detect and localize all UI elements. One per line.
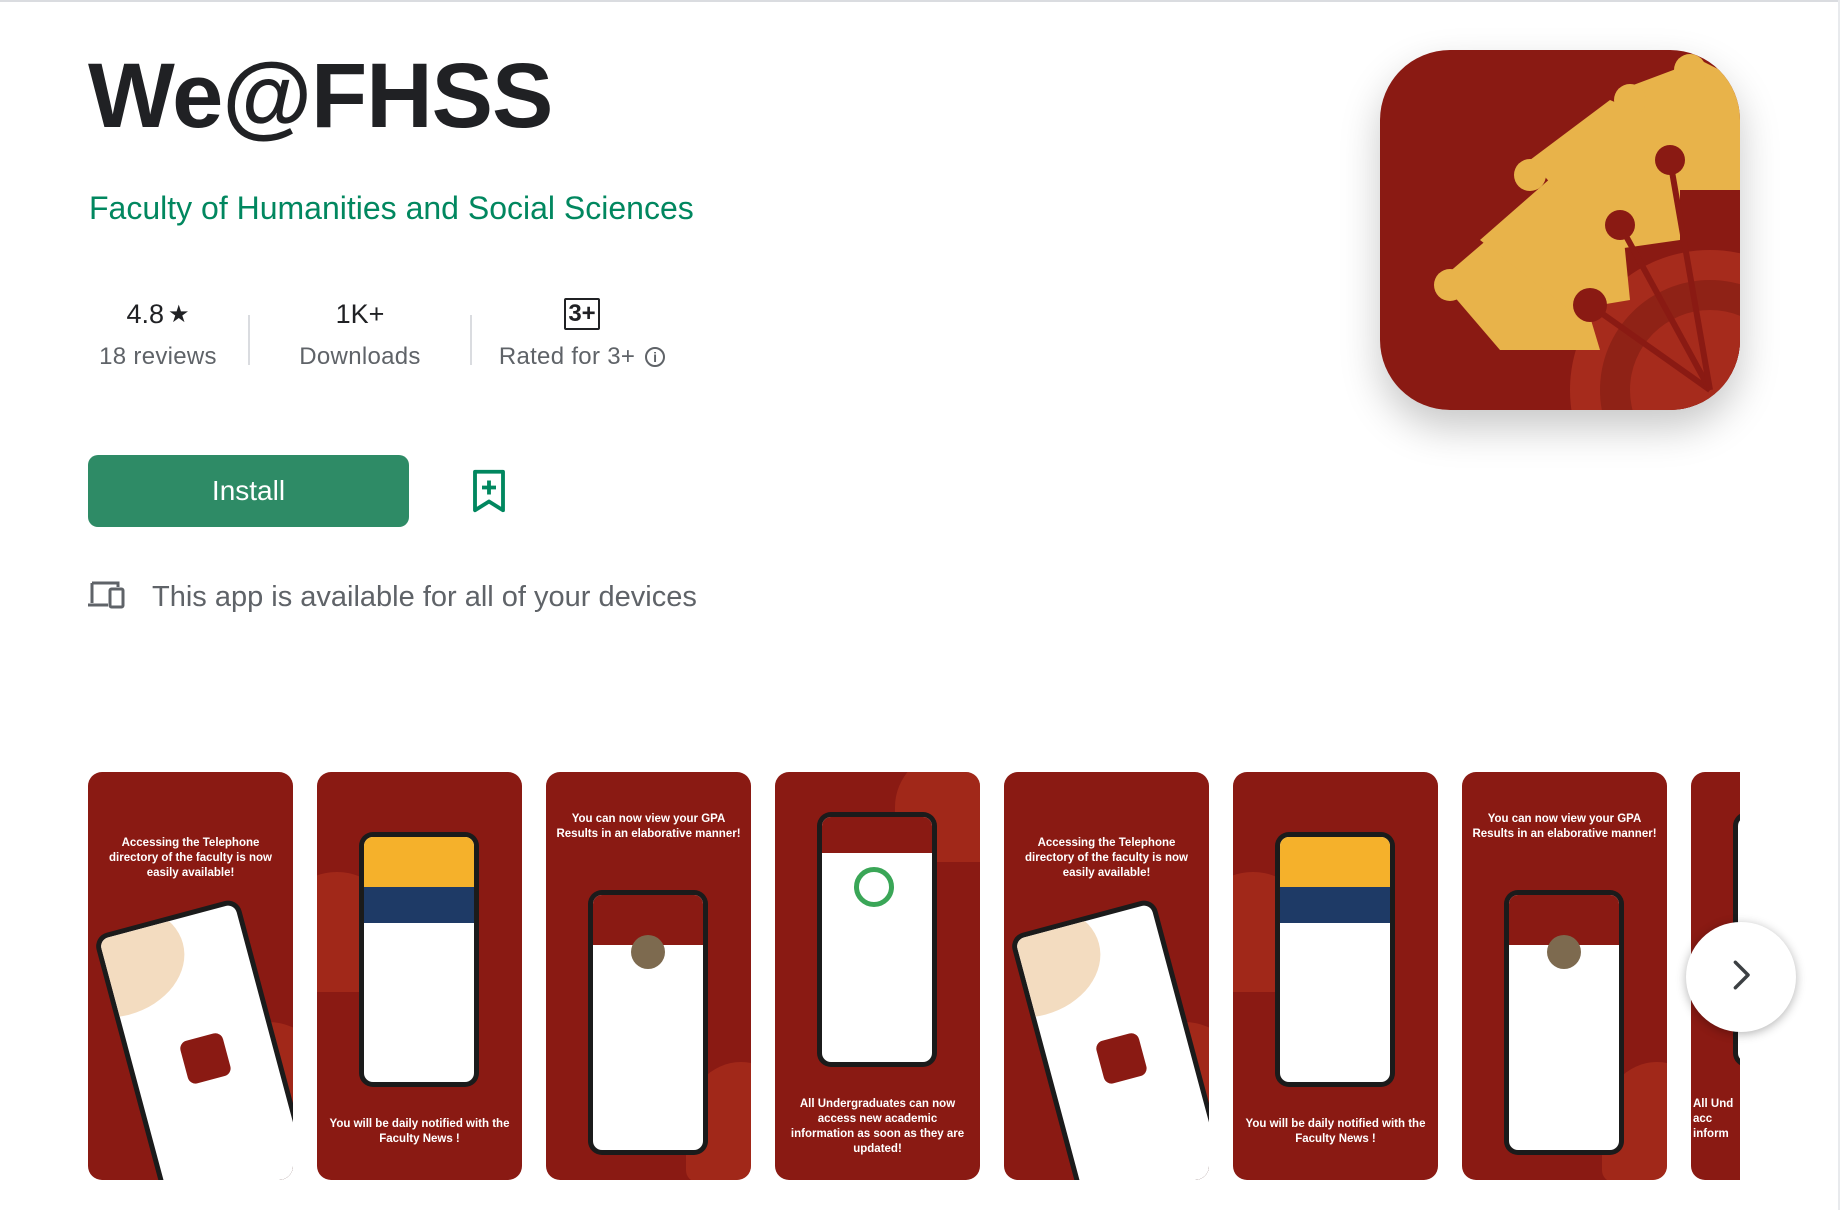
- app-stats: 4.8 ★ 18 reviews 1K+ Downloads 3+ Rated …: [88, 295, 692, 385]
- install-button[interactable]: Install: [88, 455, 409, 527]
- developer-link[interactable]: Faculty of Humanities and Social Science…: [89, 190, 694, 227]
- screenshot-4[interactable]: All Undergraduates can now access new ac…: [775, 772, 980, 1180]
- screenshot-7[interactable]: You can now view your GPA Results in an …: [1462, 772, 1667, 1180]
- downloads-label: Downloads: [299, 343, 421, 370]
- phone-mockup: [1504, 890, 1624, 1155]
- phone-mockup: [588, 890, 708, 1155]
- devices-text: This app is available for all of your de…: [152, 581, 697, 613]
- info-icon[interactable]: i: [645, 347, 666, 367]
- phone-mockup: [1275, 832, 1395, 1087]
- app-title: We@FHSS: [88, 45, 553, 147]
- screenshot-caption: All Undergraduates can now access new ac…: [790, 1098, 965, 1155]
- top-border: [0, 0, 1840, 2]
- content-rating-badge: 3+: [564, 298, 600, 330]
- screenshot-caption: Accessing the Telephone directory of the…: [109, 837, 272, 879]
- screenshot-caption: You will be daily notified with the Facu…: [329, 1118, 510, 1145]
- phone-mockup: [93, 897, 293, 1180]
- screenshot-caption: You can now view your GPA Results in an …: [556, 813, 741, 840]
- screenshot-caption: You will be daily notified with the Facu…: [1245, 1118, 1426, 1145]
- content-rating-row: Rated for 3+ i: [498, 343, 666, 371]
- reviews-label: 18 reviews: [99, 343, 217, 370]
- screenshot-carousel: Accessing the Telephone directory of the…: [88, 772, 1740, 1180]
- downloads-stat: 1K+ Downloads: [250, 295, 470, 385]
- screenshot-1[interactable]: Accessing the Telephone directory of the…: [88, 772, 293, 1180]
- screenshot-3[interactable]: You can now view your GPA Results in an …: [546, 772, 751, 1180]
- content-rating-label: Rated for 3+: [498, 343, 636, 370]
- rating-value: 4.8: [126, 298, 165, 329]
- app-icon: [1380, 50, 1740, 410]
- screenshot-caption: You can now view your GPA Results in an …: [1472, 813, 1657, 840]
- rating-stat[interactable]: 4.8 ★ 18 reviews: [88, 295, 248, 385]
- screenshot-6[interactable]: You will be daily notified with the Facu…: [1233, 772, 1438, 1180]
- phone-mockup: [817, 812, 937, 1067]
- carousel-next-button[interactable]: [1686, 922, 1796, 1032]
- bookmark-add-icon[interactable]: [468, 468, 510, 514]
- screenshot-caption: All Und acc inform: [1693, 1098, 1734, 1140]
- downloads-value: 1K+: [335, 298, 385, 329]
- chevron-right-icon: [1724, 958, 1758, 997]
- star-icon: ★: [168, 300, 190, 328]
- screenshot-5[interactable]: Accessing the Telephone directory of the…: [1004, 772, 1209, 1180]
- devices-availability: This app is available for all of your de…: [88, 580, 697, 615]
- phone-mockup: [1009, 897, 1209, 1180]
- screenshot-caption: Accessing the Telephone directory of the…: [1025, 837, 1188, 879]
- devices-icon: [88, 580, 126, 615]
- rating-value-row: 4.8 ★: [126, 295, 189, 333]
- phone-mockup: [359, 832, 479, 1087]
- screenshot-2[interactable]: You will be daily notified with the Facu…: [317, 772, 522, 1180]
- content-rating-stat[interactable]: 3+ Rated for 3+ i: [472, 295, 692, 385]
